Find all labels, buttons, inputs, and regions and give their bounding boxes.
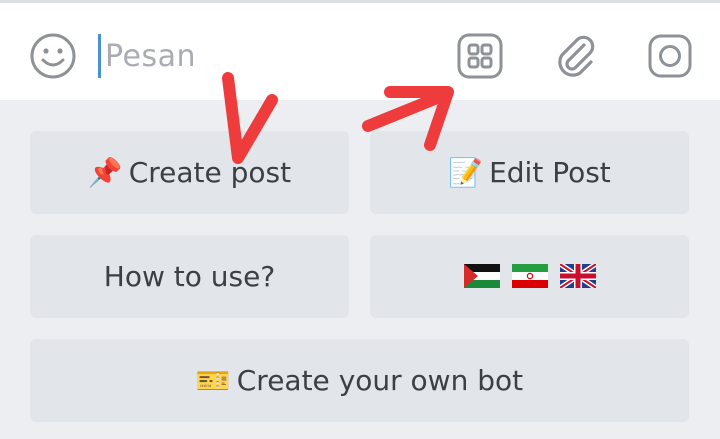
bot-reply-keyboard: 📌 Create post 📝 Edit Post How to use? 🎫 … — [0, 100, 720, 439]
edit-post-button[interactable]: 📝 Edit Post — [370, 131, 689, 213]
create-post-button[interactable]: 📌 Create post — [30, 131, 349, 213]
united-kingdom-flag-icon — [559, 264, 596, 288]
how-to-use-button[interactable]: How to use? — [30, 235, 349, 317]
smile-icon — [30, 33, 76, 79]
instagram-icon — [648, 34, 692, 78]
palestine-flag-icon — [463, 264, 500, 288]
bot-menu-grid-icon — [457, 33, 503, 79]
message-input-placeholder: Pesan — [105, 38, 197, 74]
create-your-own-bot-label: Create your own bot — [236, 363, 524, 397]
language-select-button[interactable] — [370, 235, 689, 317]
pushpin-icon: 📌 — [87, 155, 123, 189]
message-composer: Pesan — [0, 3, 720, 100]
camera-button[interactable] — [645, 31, 695, 81]
paperclip-icon — [558, 35, 595, 77]
ticket-icon: 🎫 — [195, 363, 231, 397]
edit-post-label: Edit Post — [489, 155, 611, 189]
create-post-label: Create post — [128, 155, 292, 189]
emoji-button[interactable] — [28, 31, 78, 81]
create-your-own-bot-button[interactable]: 🎫 Create your own bot — [30, 339, 689, 421]
iran-flag-icon — [511, 264, 548, 288]
text-caret — [98, 34, 101, 78]
how-to-use-label: How to use? — [103, 259, 276, 293]
attach-button[interactable] — [551, 31, 601, 81]
message-input[interactable]: Pesan — [98, 31, 428, 81]
memo-icon: 📝 — [448, 155, 484, 189]
bot-keyboard-toggle-button[interactable] — [455, 31, 505, 81]
